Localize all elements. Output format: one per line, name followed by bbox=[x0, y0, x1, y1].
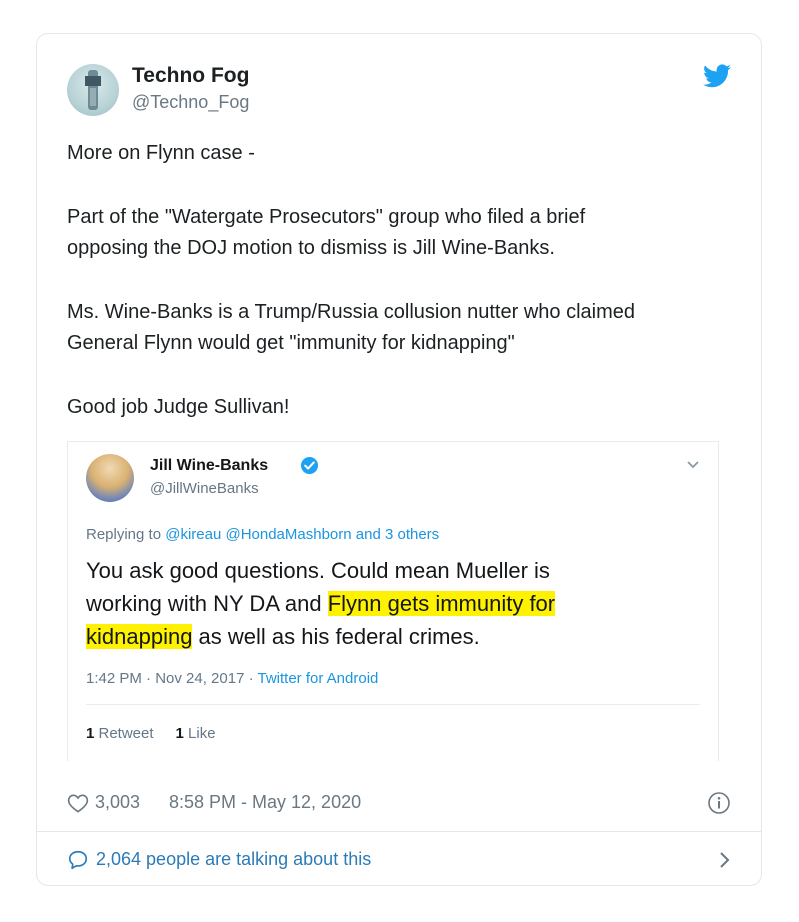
embedded-author-handle: @JillWineBanks bbox=[150, 480, 259, 497]
chevron-down-icon bbox=[687, 461, 699, 469]
highlighted-text: kidnapping bbox=[86, 624, 193, 649]
embedded-like-count: 1 bbox=[175, 725, 184, 742]
replying-mentions: @kireau @HondaMashborn bbox=[165, 526, 352, 543]
tweet-paragraph: Good job Judge Sullivan! bbox=[67, 392, 737, 423]
speech-bubble-icon bbox=[68, 850, 88, 870]
tweet-paragraph: More on Flynn case - bbox=[67, 138, 737, 169]
talking-about-text[interactable]: 2,064 people are talking about this bbox=[96, 849, 371, 870]
tweet-line: General Flynn would get "immunity for ki… bbox=[67, 332, 515, 354]
embedded-line: kidnapping as well as his federal crimes… bbox=[86, 620, 686, 653]
tweet-body: More on Flynn case - Part of the "Waterg… bbox=[67, 138, 737, 423]
tweet-line: Part of the "Watergate Prosecutors" grou… bbox=[67, 206, 586, 228]
embedded-author-avatar bbox=[86, 454, 134, 502]
embedded-meta: 1:42 PM · Nov 24, 2017 · Twitter for And… bbox=[86, 670, 378, 687]
tweet-paragraph: Part of the "Watergate Prosecutors" grou… bbox=[67, 202, 737, 264]
author-name[interactable]: Techno Fog bbox=[132, 64, 249, 88]
tweet-paragraph: Ms. Wine-Banks is a Trump/Russia collusi… bbox=[67, 297, 737, 359]
tweet-line: Ms. Wine-Banks is a Trump/Russia collusi… bbox=[67, 301, 635, 323]
embedded-author-name: Jill Wine-Banks bbox=[150, 457, 269, 474]
retweet-label: Retweet bbox=[94, 725, 154, 742]
embedded-tweet-screenshot[interactable]: Jill Wine-Banks @JillWineBanks Replying … bbox=[67, 441, 719, 761]
embedded-source: Twitter for Android bbox=[257, 670, 379, 687]
info-icon[interactable] bbox=[707, 791, 731, 815]
twitter-bird-icon[interactable] bbox=[703, 64, 731, 88]
avatar-figure-icon bbox=[85, 70, 101, 110]
tweet-actions: 3,003 8:58 PM - May 12, 2020 bbox=[67, 790, 731, 818]
embedded-line: working with NY DA and Flynn gets immuni… bbox=[86, 587, 686, 620]
tweet-timestamp[interactable]: 8:58 PM - May 12, 2020 bbox=[169, 792, 361, 813]
embedded-timestamp: 1:42 PM · Nov 24, 2017 · bbox=[86, 670, 258, 687]
tweet-line: Good job Judge Sullivan! bbox=[67, 396, 290, 418]
card-divider bbox=[37, 831, 761, 832]
replying-prefix: Replying to bbox=[86, 526, 166, 543]
tweet-line: More on Flynn case - bbox=[67, 142, 255, 164]
conversation-link[interactable]: 2,064 people are talking about this bbox=[67, 846, 731, 876]
embedded-text-segment: working with NY DA and bbox=[86, 591, 328, 616]
author-avatar[interactable] bbox=[67, 64, 119, 116]
heart-icon[interactable] bbox=[67, 793, 89, 813]
embedded-line: You ask good questions. Could mean Muell… bbox=[86, 558, 550, 583]
replying-to: Replying to @kireau @HondaMashborn and 3… bbox=[86, 526, 439, 543]
replying-others: and 3 others bbox=[351, 526, 440, 543]
tweet-card: Techno Fog @Techno_Fog More on Flynn cas… bbox=[36, 33, 762, 886]
author-handle[interactable]: @Techno_Fog bbox=[132, 92, 249, 113]
tweet-line: opposing the DOJ motion to dismiss is Ji… bbox=[67, 237, 555, 259]
highlighted-text: Flynn gets immunity for bbox=[327, 591, 556, 616]
embedded-divider bbox=[86, 704, 700, 705]
like-count[interactable]: 3,003 bbox=[95, 792, 140, 813]
embedded-text-segment: as well as his federal crimes. bbox=[192, 624, 480, 649]
verified-badge-icon bbox=[300, 456, 319, 475]
embedded-tweet-text: You ask good questions. Could mean Muell… bbox=[86, 554, 686, 653]
embedded-stats: 1 Retweet 1 Like bbox=[86, 725, 216, 742]
embedded-like-label: Like bbox=[183, 725, 216, 742]
chevron-right-icon[interactable] bbox=[719, 851, 731, 869]
